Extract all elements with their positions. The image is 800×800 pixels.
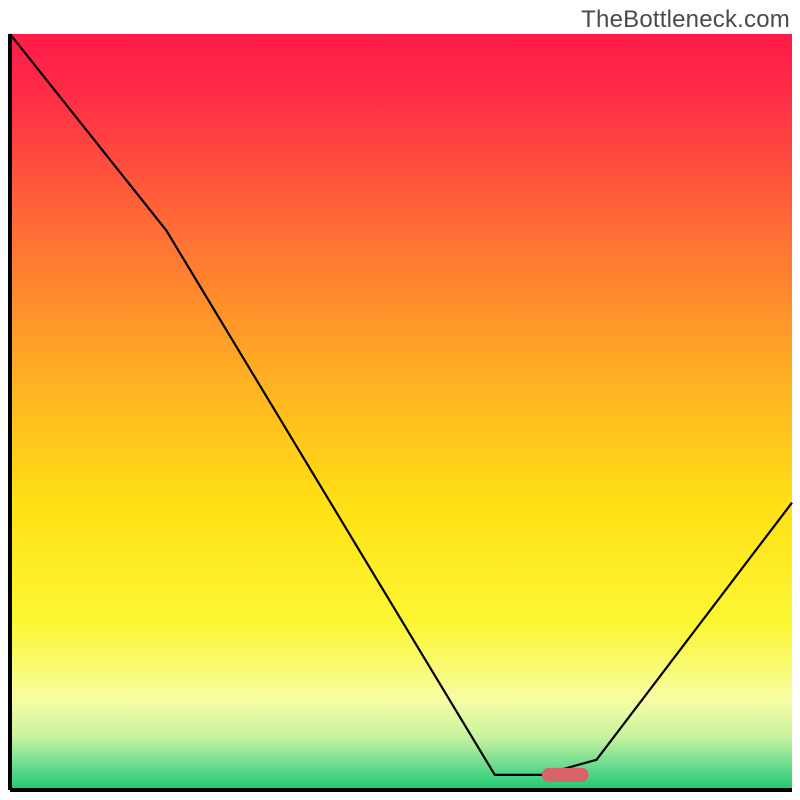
chart-background (10, 34, 792, 790)
bottleneck-chart (0, 0, 800, 800)
watermark-text: TheBottleneck.com (581, 6, 790, 34)
chart-container: TheBottleneck.com (0, 0, 800, 800)
optimal-marker (542, 768, 589, 782)
